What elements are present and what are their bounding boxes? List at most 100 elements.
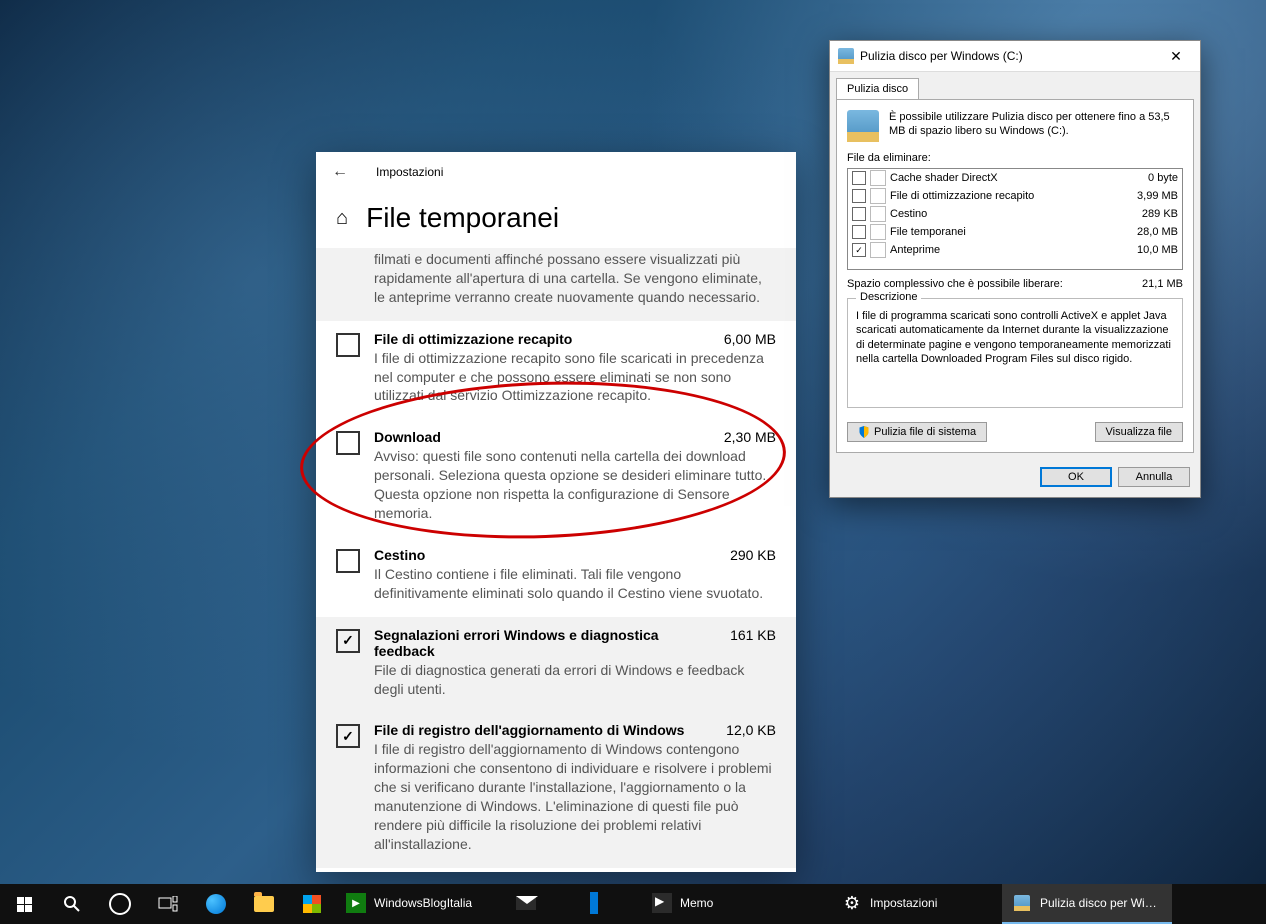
- temp-file-item[interactable]: File di registro dell'aggiornamento di W…: [316, 712, 796, 867]
- system-files-label: Pulizia file di sistema: [874, 426, 976, 438]
- item-description: filmati e documenti affinché possano ess…: [374, 250, 776, 307]
- gear-icon: ⚙: [842, 893, 862, 913]
- temp-file-item[interactable]: Segnalazioni errori Windows e diagnostic…: [316, 617, 796, 713]
- checkbox[interactable]: [852, 189, 866, 203]
- info-text: È possibile utilizzare Pulizia disco per…: [889, 110, 1183, 139]
- item-description: Il Cestino contiene i file eliminati. Ta…: [374, 565, 776, 603]
- disk-cleanup-dialog: Pulizia disco per Windows (C:) ✕ Pulizia…: [829, 40, 1201, 498]
- edge-button[interactable]: [192, 884, 240, 924]
- file-icon: [870, 170, 886, 186]
- task-label: Impostazioni: [870, 896, 937, 910]
- store-icon: [303, 895, 321, 913]
- checkbox[interactable]: [852, 207, 866, 221]
- file-size: 289 KB: [1142, 208, 1178, 220]
- checkbox[interactable]: [336, 724, 360, 748]
- taskbar-task[interactable]: Pulizia disco per Wi…: [1002, 884, 1172, 924]
- cortana-button[interactable]: [96, 884, 144, 924]
- file-row[interactable]: File temporanei 28,0 MB: [848, 223, 1182, 241]
- file-row[interactable]: Anteprime 10,0 MB: [848, 241, 1182, 259]
- temp-file-item[interactable]: Cestino 290 KB Il Cestino contiene i file …: [330, 537, 782, 617]
- checkbox[interactable]: [336, 549, 360, 573]
- task-view-icon: [158, 896, 178, 912]
- back-icon[interactable]: ←: [332, 163, 348, 181]
- store-button[interactable]: [288, 884, 336, 924]
- task-label: WindowsBlogItalia: [374, 896, 472, 910]
- taskbar-task[interactable]: Memo: [642, 884, 812, 924]
- checkbox[interactable]: [336, 629, 360, 653]
- disk-icon: [838, 48, 854, 64]
- file-icon: [870, 206, 886, 222]
- cancel-button[interactable]: Annulla: [1118, 467, 1190, 487]
- checkbox[interactable]: [852, 225, 866, 239]
- file-size: 0 byte: [1148, 172, 1178, 184]
- file-name: Cache shader DirectX: [890, 172, 1144, 184]
- file-size: 3,99 MB: [1137, 190, 1178, 202]
- home-icon[interactable]: ⌂: [336, 207, 348, 230]
- checkbox[interactable]: [336, 431, 360, 455]
- explorer-button[interactable]: [240, 884, 288, 924]
- settings-header: ← Impostazioni: [316, 152, 796, 192]
- disk-icon: [1012, 893, 1032, 913]
- edge-icon: [206, 894, 226, 914]
- item-description: File di diagnostica generati da errori d…: [374, 661, 776, 699]
- taskbar-task[interactable]: [574, 884, 642, 924]
- ok-button[interactable]: OK: [1040, 467, 1112, 487]
- checkbox[interactable]: [336, 333, 360, 357]
- page-title: File temporanei: [366, 202, 559, 234]
- item-size: 12,0 KB: [726, 722, 776, 738]
- search-button[interactable]: [48, 884, 96, 924]
- item-description: I file di ottimizzazione recapito sono f…: [374, 349, 776, 406]
- view-files-button[interactable]: Visualizza file: [1095, 422, 1183, 442]
- item-size: 161 KB: [730, 627, 776, 659]
- taskbar-task[interactable]: ⚙ Impostazioni: [832, 884, 1002, 924]
- file-size: 10,0 MB: [1137, 244, 1178, 256]
- shield-icon: [858, 426, 870, 438]
- file-row[interactable]: Cache shader DirectX 0 byte: [848, 169, 1182, 187]
- file-name: Anteprime: [890, 244, 1133, 256]
- mail-icon: [516, 893, 536, 913]
- file-list[interactable]: Cache shader DirectX 0 byte File di ottimi…: [847, 168, 1183, 270]
- start-button[interactable]: [0, 884, 48, 924]
- checkbox[interactable]: [852, 171, 866, 185]
- view-files-label: Visualizza file: [1106, 426, 1172, 438]
- temp-file-item[interactable]: File di ottimizzazione recapito6,00 MBI …: [330, 321, 782, 420]
- temp-file-item[interactable]: filmati e documenti affinché possano ess…: [316, 248, 796, 321]
- file-name: File temporanei: [890, 226, 1133, 238]
- tab-cleanup[interactable]: Pulizia disco: [836, 78, 919, 99]
- settings-app-label: Impostazioni: [376, 165, 443, 179]
- description-title: Descrizione: [856, 291, 921, 303]
- taskbar-task[interactable]: ▶WindowsBlogItalia: [336, 884, 506, 924]
- search-icon: [63, 895, 81, 913]
- item-description: Avviso: questi file sono contenuti nella…: [374, 447, 776, 523]
- temp-files-list[interactable]: filmati e documenti affinché possano ess…: [316, 248, 796, 872]
- description-text: I file di programma scaricati sono contr…: [856, 309, 1174, 366]
- file-icon: [870, 242, 886, 258]
- file-row[interactable]: File di ottimizzazione recapito 3,99 MB: [848, 187, 1182, 205]
- file-row[interactable]: Cestino 289 KB: [848, 205, 1182, 223]
- file-name: Cestino: [890, 208, 1138, 220]
- taskbar-task[interactable]: [506, 884, 574, 924]
- item-size: 290 KB: [730, 547, 776, 563]
- taskbar: ▶WindowsBlogItalia Memo ⚙ Impostazioni Puliz…: [0, 884, 1266, 924]
- file-size: 28,0 MB: [1137, 226, 1178, 238]
- system-files-button[interactable]: Pulizia file di sistema: [847, 422, 987, 442]
- folder-icon: [254, 896, 274, 912]
- task-view-button[interactable]: [144, 884, 192, 924]
- item-title: Segnalazioni errori Windows e diagnostic…: [374, 627, 722, 659]
- task-label: Pulizia disco per Wi…: [1040, 896, 1157, 910]
- checkbox[interactable]: [852, 243, 866, 257]
- item-description: I file di registro dell'aggiornamento di…: [374, 740, 776, 853]
- item-title: File di registro dell'aggiornamento di W…: [374, 722, 684, 738]
- temp-file-item[interactable]: Download2,30 MBAvviso: questi file sono …: [330, 419, 782, 537]
- close-icon[interactable]: ✕: [1156, 42, 1196, 70]
- files-to-delete-label: File da eliminare:: [847, 152, 1183, 164]
- settings-title-row: ⌂ File temporanei: [316, 192, 796, 248]
- file-icon: [870, 224, 886, 240]
- tab-content: È possibile utilizzare Pulizia disco per…: [836, 99, 1194, 453]
- item-title: Download: [374, 429, 441, 445]
- item-title: Cestino: [374, 547, 425, 563]
- titlebar[interactable]: Pulizia disco per Windows (C:) ✕: [830, 41, 1200, 72]
- total-value: 21,1 MB: [1142, 278, 1183, 290]
- window-title: Pulizia disco per Windows (C:): [860, 49, 1023, 63]
- file-name: File di ottimizzazione recapito: [890, 190, 1133, 202]
